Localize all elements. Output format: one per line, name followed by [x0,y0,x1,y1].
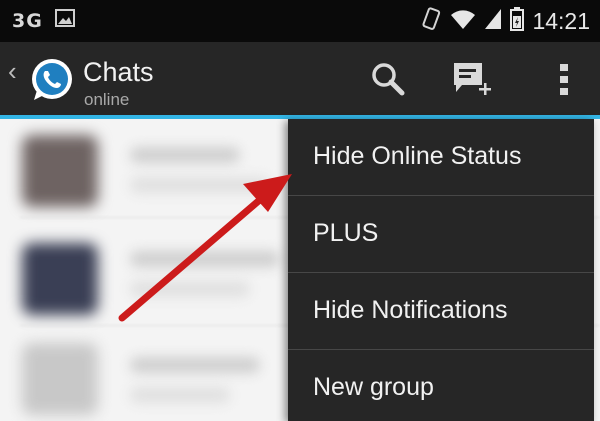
menu-item-label: PLUS [313,219,379,247]
image-notification-icon [54,9,75,32]
status-bar-left: 3G [12,9,75,32]
page-title: Chats [83,57,154,87]
menu-item-hide-notifications[interactable]: Hide Notifications [288,273,594,348]
clock: 14:21 [532,8,590,34]
rotation-icon [420,6,442,37]
menu-item-plus[interactable]: PLUS [288,196,594,271]
chat-name-placeholder [130,147,240,163]
action-bar: ‹ Chats online [0,42,600,115]
status-bar-right: 14:21 [420,6,590,37]
connection-status: online [84,90,130,109]
status-bar: 3G 14:21 [0,0,600,42]
menu-item-label: New group [313,373,434,401]
new-chat-icon[interactable] [449,56,495,102]
chat-name-placeholder [130,357,260,373]
overflow-menu-icon[interactable] [541,56,587,102]
chat-preview-placeholder [130,177,270,193]
network-type: 3G [12,9,43,32]
signal-icon [484,8,502,35]
search-icon[interactable] [365,56,411,102]
avatar [22,243,98,315]
chat-preview-placeholder [130,281,250,297]
menu-item-label: Hide Online Status [313,142,522,170]
menu-item-hide-online-status[interactable]: Hide Online Status [288,119,594,194]
chat-preview-placeholder [130,387,230,403]
chat-name-placeholder [130,251,280,267]
menu-item-label: Hide Notifications [313,296,508,324]
phone-screen: 3G 14:21 ‹ Chats online Hide Online Stat… [0,0,600,421]
menu-item-new-group[interactable]: New group [288,350,594,421]
avatar [22,343,98,415]
back-chevron-icon[interactable]: ‹ [8,56,17,87]
whatsapp-logo-icon[interactable] [28,56,76,104]
avatar [22,135,98,207]
overflow-menu: Hide Online Status PLUS Hide Notificatio… [288,119,594,421]
battery-icon [510,7,525,36]
wifi-icon [450,8,476,35]
